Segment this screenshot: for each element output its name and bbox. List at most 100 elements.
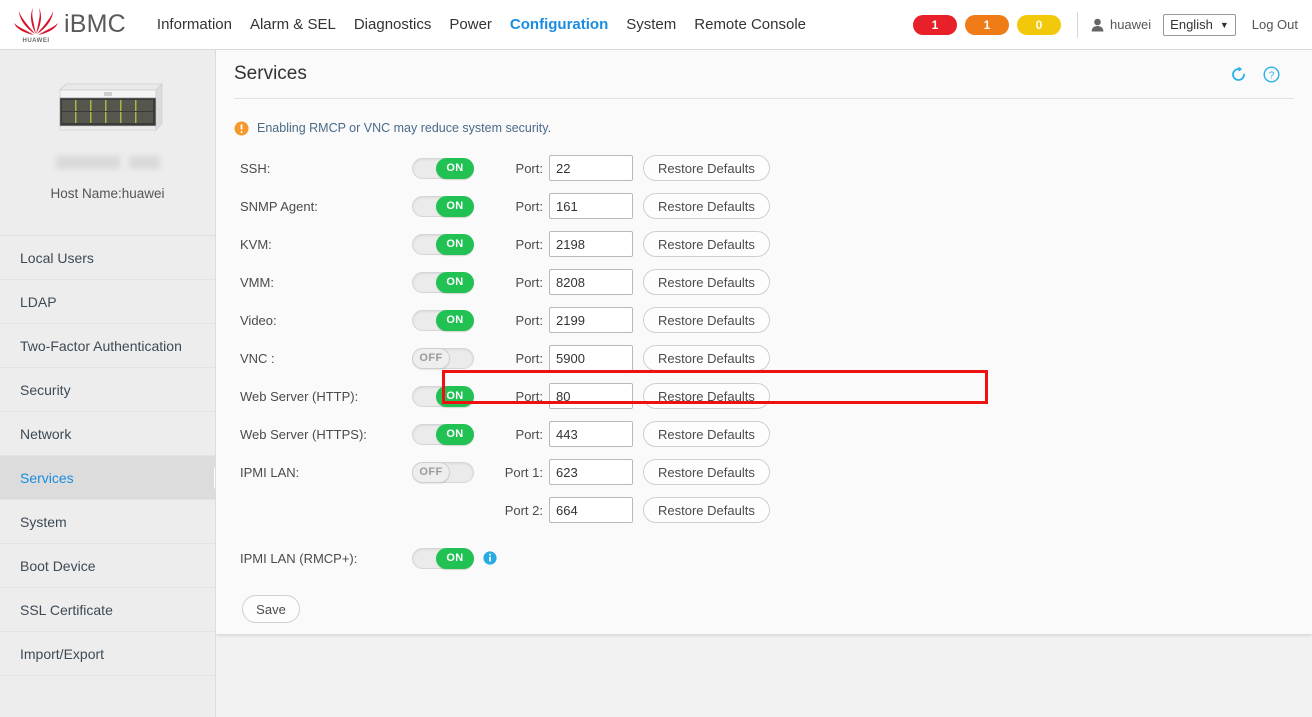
critical-alarm-badge[interactable]: 1 bbox=[912, 14, 957, 35]
brand-logo[interactable]: HUAWEI iBMC bbox=[0, 7, 126, 44]
security-notice-text: Enabling RMCP or VNC may reduce system s… bbox=[257, 121, 552, 135]
service-label-kvm: KVM: bbox=[240, 236, 272, 252]
info-icon[interactable] bbox=[483, 551, 497, 565]
host-name-label: Host Name:huawei bbox=[50, 186, 165, 201]
port-label-vmm: Port: bbox=[515, 274, 543, 290]
toggle-cell-ipmi-lan: OFF bbox=[412, 461, 497, 483]
toggle-kvm-state: ON bbox=[436, 233, 474, 255]
service-row-vnc: VNC : OFF Port: Restore Defaults bbox=[234, 339, 1294, 377]
toggle-ipmi-lan-rmcp[interactable]: ON bbox=[412, 547, 474, 569]
toggle-cell-ipmi-lan-rmcp: ON bbox=[412, 547, 497, 569]
toggle-web-server-http[interactable]: ON bbox=[412, 385, 474, 407]
nav-item-power[interactable]: Power bbox=[440, 16, 501, 33]
service-label-ssh: SSH: bbox=[240, 160, 271, 176]
service-label-vnc: VNC : bbox=[240, 350, 275, 366]
services-form: Enabling RMCP or VNC may reduce system s… bbox=[216, 99, 1312, 623]
restore-defaults-button-video[interactable]: Restore Defaults bbox=[643, 307, 770, 333]
server-model-redacted bbox=[55, 156, 160, 169]
port-input-web-server-http[interactable] bbox=[549, 383, 633, 409]
panel-header: Services ? bbox=[216, 50, 1312, 98]
nav-item-system[interactable]: System bbox=[617, 16, 685, 33]
restore-defaults-button-ipmi-lan-1[interactable]: Restore Defaults bbox=[643, 459, 770, 485]
warning-icon bbox=[234, 121, 249, 136]
user-area[interactable]: huawei bbox=[1091, 17, 1151, 32]
major-alarm-badge[interactable]: 1 bbox=[964, 14, 1009, 35]
restore-defaults-button-ssh[interactable]: Restore Defaults bbox=[643, 155, 770, 181]
restore-defaults-button-web-server-https[interactable]: Restore Defaults bbox=[643, 421, 770, 447]
toggle-kvm[interactable]: ON bbox=[412, 233, 474, 255]
service-label-vmm: VMM: bbox=[240, 274, 274, 290]
toggle-ipmi-lan[interactable]: OFF bbox=[412, 461, 474, 483]
toggle-cell-snmp-agent: ON bbox=[412, 195, 497, 217]
service-row-ssh: SSH: ON Port: Restore Defaults bbox=[234, 149, 1294, 187]
huawei-logo-icon: HUAWEI bbox=[14, 7, 58, 44]
toggle-vmm[interactable]: ON bbox=[412, 271, 474, 293]
nav-item-diagnostics[interactable]: Diagnostics bbox=[345, 16, 441, 33]
toggle-ssh[interactable]: ON bbox=[412, 157, 474, 179]
ibmc-title: iBMC bbox=[64, 10, 126, 38]
port-input-snmp-agent[interactable] bbox=[549, 193, 633, 219]
sidebar-item-import-export[interactable]: Import/Export bbox=[0, 632, 215, 676]
toggle-cell-vnc: OFF bbox=[412, 347, 497, 369]
service-label-ipmi-lan: IPMI LAN: bbox=[240, 464, 300, 480]
toggle-video-state: ON bbox=[436, 309, 474, 331]
port-input-ipmi-lan-2[interactable] bbox=[549, 497, 633, 523]
toggle-video[interactable]: ON bbox=[412, 309, 474, 331]
port-input-vmm[interactable] bbox=[549, 269, 633, 295]
port-input-kvm[interactable] bbox=[549, 231, 633, 257]
port-input-ipmi-lan-1[interactable] bbox=[549, 459, 633, 485]
service-label-web-server-http: Web Server (HTTP): bbox=[240, 388, 359, 404]
restore-defaults-button-vnc[interactable]: Restore Defaults bbox=[643, 345, 770, 371]
port-label-web-server-https: Port: bbox=[515, 426, 543, 442]
port-input-video[interactable] bbox=[549, 307, 633, 333]
restore-defaults-button-kvm[interactable]: Restore Defaults bbox=[643, 231, 770, 257]
service-row-web-server-http: Web Server (HTTP): ON Port: Restore Defa… bbox=[234, 377, 1294, 415]
service-row-video: Video: ON Port: Restore Defaults bbox=[234, 301, 1294, 339]
sidebar-item-security[interactable]: Security bbox=[0, 368, 215, 412]
restore-defaults-button-ipmi-lan-2[interactable]: Restore Defaults bbox=[643, 497, 770, 523]
header-divider bbox=[1076, 11, 1078, 38]
sidebar-item-system[interactable]: System bbox=[0, 500, 215, 544]
refresh-icon[interactable] bbox=[1230, 65, 1247, 83]
restore-defaults-button-web-server-http[interactable]: Restore Defaults bbox=[643, 383, 770, 409]
toggle-ipmi-lan-state: OFF bbox=[412, 461, 450, 483]
toggle-vnc[interactable]: OFF bbox=[412, 347, 474, 369]
toggle-snmp-agent[interactable]: ON bbox=[412, 195, 474, 217]
nav-item-alarm-and-sel[interactable]: Alarm & SEL bbox=[241, 16, 345, 33]
language-select[interactable]: English ▼ bbox=[1163, 13, 1236, 36]
logout-link[interactable]: Log Out bbox=[1252, 17, 1298, 32]
sidebar-item-services[interactable]: Services bbox=[0, 456, 215, 500]
sidebar-item-ldap[interactable]: LDAP bbox=[0, 280, 215, 324]
toggle-cell-ssh: ON bbox=[412, 157, 497, 179]
sidebar-item-local-users[interactable]: Local Users bbox=[0, 236, 215, 280]
toggle-web-server-http-state: ON bbox=[436, 385, 474, 407]
restore-defaults-button-vmm[interactable]: Restore Defaults bbox=[643, 269, 770, 295]
service-row-web-server-https: Web Server (HTTPS): ON Port: Restore Def… bbox=[234, 415, 1294, 453]
sidebar-item-network[interactable]: Network bbox=[0, 412, 215, 456]
port-label-vnc: Port: bbox=[515, 350, 543, 366]
port-input-vnc[interactable] bbox=[549, 345, 633, 371]
toggle-cell-kvm: ON bbox=[412, 233, 497, 255]
port-label-ipmi-lan-1: Port 1: bbox=[504, 464, 543, 480]
port-input-ssh[interactable] bbox=[549, 155, 633, 181]
port-input-web-server-https[interactable] bbox=[549, 421, 633, 447]
nav-item-remote-console[interactable]: Remote Console bbox=[685, 16, 815, 33]
sidebar-item-boot-device[interactable]: Boot Device bbox=[0, 544, 215, 588]
toggle-ipmi-lan-rmcp-state: ON bbox=[436, 547, 474, 569]
port-label-web-server-http: Port: bbox=[515, 388, 543, 404]
service-label-snmp-agent: SNMP Agent: bbox=[240, 198, 318, 214]
restore-defaults-button-snmp-agent[interactable]: Restore Defaults bbox=[643, 193, 770, 219]
toggle-web-server-https[interactable]: ON bbox=[412, 423, 474, 445]
minor-alarm-badge[interactable]: 0 bbox=[1016, 14, 1061, 35]
sidebar-item-two-factor-authentication[interactable]: Two-Factor Authentication bbox=[0, 324, 215, 368]
toggle-vnc-state: OFF bbox=[412, 347, 450, 369]
nav-item-configuration[interactable]: Configuration bbox=[501, 16, 617, 33]
sidebar-item-ssl-certificate[interactable]: SSL Certificate bbox=[0, 588, 215, 632]
main-content: Services ? Enabling RMCP or VNC may redu… bbox=[216, 50, 1312, 717]
save-button[interactable]: Save bbox=[242, 595, 300, 623]
port-label-kvm: Port: bbox=[515, 236, 543, 252]
help-icon[interactable]: ? bbox=[1263, 65, 1280, 83]
alarm-badges: 1 1 0 bbox=[912, 14, 1061, 35]
services-panel: Services ? Enabling RMCP or VNC may redu… bbox=[216, 50, 1312, 634]
nav-item-information[interactable]: Information bbox=[148, 16, 241, 33]
